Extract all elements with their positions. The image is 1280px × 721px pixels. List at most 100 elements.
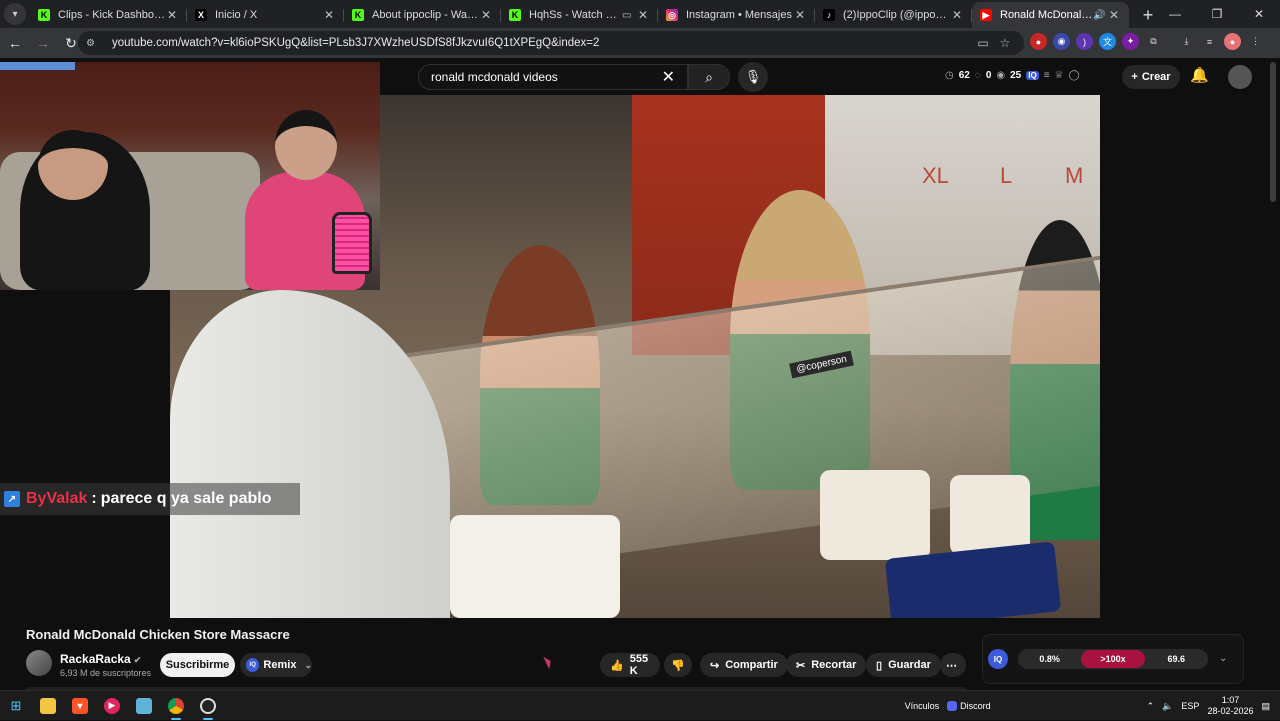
- taskbar-brave[interactable]: ▼: [64, 691, 96, 721]
- start-button[interactable]: ⊞: [0, 691, 32, 721]
- taskbar-file-explorer[interactable]: [32, 691, 64, 721]
- language-indicator[interactable]: ESP: [1181, 701, 1199, 711]
- subscribe-button[interactable]: Suscribirme: [160, 653, 235, 677]
- extension-blue-icon[interactable]: ◉: [1053, 33, 1070, 50]
- tab-hqhss-clips[interactable]: K HqhSs - Watch clips on Kick ▭ ✕: [501, 2, 658, 28]
- channel-name-text[interactable]: RackaRacka: [60, 652, 131, 666]
- share-button[interactable]: ↪ Compartir: [700, 653, 788, 677]
- extensions-puzzle-icon[interactable]: ⧉: [1145, 33, 1162, 50]
- address-bar[interactable]: ⚙ youtube.com/watch?v=kl6ioPSKUgQ&list=P…: [78, 31, 1024, 55]
- speaker-icon[interactable]: 🔊: [1093, 10, 1107, 21]
- play-icon: ▶: [104, 697, 120, 714]
- youtube-icon: ▶: [980, 9, 992, 21]
- taskbar-clock[interactable]: 1:07 28-02-2026: [1207, 695, 1253, 717]
- tab-title: Instagram • Mensajes: [686, 9, 792, 21]
- page-scrollbar[interactable]: [1270, 62, 1276, 202]
- brave-icon: ▼: [72, 697, 88, 714]
- menu-kebab-icon[interactable]: ⋮: [1247, 33, 1264, 50]
- close-icon[interactable]: ✕: [322, 8, 336, 22]
- tab-tiktok[interactable]: ♪ (2)IppoClip (@ippoclip) | TikTok ✕: [815, 2, 972, 28]
- close-icon[interactable]: ✕: [165, 8, 179, 22]
- discord-toolbar[interactable]: Discord: [947, 701, 991, 711]
- clip-button[interactable]: ✂ Recortar: [786, 653, 867, 677]
- url-text[interactable]: youtube.com/watch?v=kl6ioPSKUgQ&list=PLs…: [112, 37, 972, 49]
- trophy-icon[interactable]: ♕: [1055, 70, 1064, 81]
- close-icon[interactable]: ✕: [793, 8, 807, 22]
- iq-icon[interactable]: IQ: [1026, 71, 1039, 80]
- search-query-text[interactable]: ronald mcdonald videos: [431, 70, 662, 84]
- remix-button[interactable]: IQ Remix ⌄: [240, 653, 312, 677]
- channel-avatar[interactable]: [26, 650, 52, 676]
- clear-search-icon[interactable]: ✕: [662, 67, 675, 87]
- extension-purple-icon[interactable]: ✦: [1122, 33, 1139, 50]
- instagram-icon: ◎: [666, 9, 678, 21]
- close-icon[interactable]: ✕: [479, 8, 493, 22]
- create-button[interactable]: + Crear: [1122, 65, 1180, 89]
- chat-message-text: parece q ya sale pablo: [100, 490, 272, 507]
- account-avatar[interactable]: [1228, 65, 1252, 89]
- extension-translate-icon[interactable]: 文: [1099, 33, 1116, 50]
- channel-name[interactable]: RackaRacka ✔: [60, 652, 141, 666]
- close-icon[interactable]: ✕: [636, 8, 650, 22]
- restore-button[interactable]: ❐: [1196, 0, 1238, 28]
- webcam-overlay: [0, 62, 380, 290]
- tab-title: About ippoclip - Watch Live on Kick: [372, 9, 479, 21]
- bookmark-star-icon[interactable]: ☆: [994, 36, 1016, 50]
- more-actions-button[interactable]: ⋯: [940, 653, 966, 677]
- tab-youtube-video[interactable]: ▶ Ronald McDonald Chicken Store Massacre…: [972, 2, 1129, 28]
- discord-icon: [947, 701, 958, 711]
- links-toolbar-label[interactable]: Vínculos: [905, 701, 940, 711]
- cast-icon[interactable]: ▭: [972, 36, 994, 50]
- window-controls: — ❐ ✕: [1154, 0, 1280, 28]
- tab-about-ippoclip[interactable]: K About ippoclip - Watch Live on Kick ✕: [344, 2, 501, 28]
- iq-icon: IQ: [246, 658, 260, 672]
- profile-avatar-icon[interactable]: ●: [1224, 33, 1241, 50]
- back-button[interactable]: ←: [2, 30, 28, 56]
- webcam-person-left-head: [38, 130, 108, 200]
- voice-search-button[interactable]: 🎙: [738, 62, 768, 92]
- tab-x-home[interactable]: X Inicio / X ✕: [187, 2, 344, 28]
- save-button[interactable]: ▯ Guardar: [866, 653, 941, 677]
- like-button[interactable]: 👍 555 K: [600, 653, 660, 677]
- system-tray: Vínculos Discord ⌃ 🔈 ESP 1:07 28-02-2026…: [905, 691, 1280, 721]
- dislike-button[interactable]: 👎: [664, 653, 692, 677]
- scissors-icon: ✂: [796, 659, 806, 672]
- site-info-icon[interactable]: ⚙: [86, 38, 102, 49]
- windows-icon: ⊞: [10, 697, 22, 713]
- tab-instagram[interactable]: ◎ Instagram • Mensajes ✕: [658, 2, 815, 28]
- minimize-button[interactable]: —: [1154, 0, 1196, 28]
- list-icon[interactable]: ≡: [1044, 70, 1050, 81]
- extension-wave-icon[interactable]: ): [1076, 33, 1093, 50]
- iq-logo-icon[interactable]: IQ: [988, 649, 1008, 669]
- reading-list-icon[interactable]: ≡: [1201, 33, 1218, 50]
- thumbs-down-icon: 👎: [671, 659, 685, 672]
- close-icon[interactable]: ✕: [950, 8, 964, 22]
- search-input[interactable]: ronald mcdonald videos ✕: [418, 64, 688, 90]
- extension-red-icon[interactable]: ●: [1030, 33, 1047, 50]
- chevron-down-icon[interactable]: ⌄: [304, 660, 312, 671]
- taskbar-media-player[interactable]: ▶: [96, 691, 128, 721]
- remix-label: Remix: [263, 659, 297, 671]
- close-icon[interactable]: ✕: [1107, 8, 1121, 22]
- close-window-button[interactable]: ✕: [1238, 0, 1280, 28]
- chevron-down-icon[interactable]: ⌄: [1219, 653, 1227, 664]
- chat-icon[interactable]: ◯: [1069, 70, 1080, 81]
- taskbar-obs[interactable]: [192, 691, 224, 721]
- search-button[interactable]: ⌕: [688, 64, 730, 90]
- clock-icon: ◷: [945, 70, 954, 81]
- video-bag: [450, 515, 620, 618]
- taskbar-chrome[interactable]: [160, 691, 192, 721]
- taskbar-notepad[interactable]: [128, 691, 160, 721]
- chevron-up-icon[interactable]: ⌃: [1147, 701, 1155, 712]
- tab-search-icon[interactable]: ▾: [4, 3, 26, 25]
- volume-icon[interactable]: 🔈: [1162, 701, 1173, 712]
- mic-icon: 🎙: [744, 69, 762, 84]
- video-board-label: M: [1065, 163, 1084, 188]
- download-icon[interactable]: ⤓: [1178, 33, 1195, 50]
- tab-kick-dashboard[interactable]: K Clips - Kick Dashboard ✕: [30, 2, 187, 28]
- forward-button[interactable]: →: [30, 30, 56, 56]
- notifications-icon[interactable]: ▤: [1261, 701, 1270, 712]
- notifications-bell-icon[interactable]: 🔔: [1190, 66, 1209, 84]
- x-icon: X: [195, 9, 207, 21]
- browser-toolbar: ← → ↻ ⚙ youtube.com/watch?v=kl6ioPSKUgQ&…: [0, 28, 1280, 58]
